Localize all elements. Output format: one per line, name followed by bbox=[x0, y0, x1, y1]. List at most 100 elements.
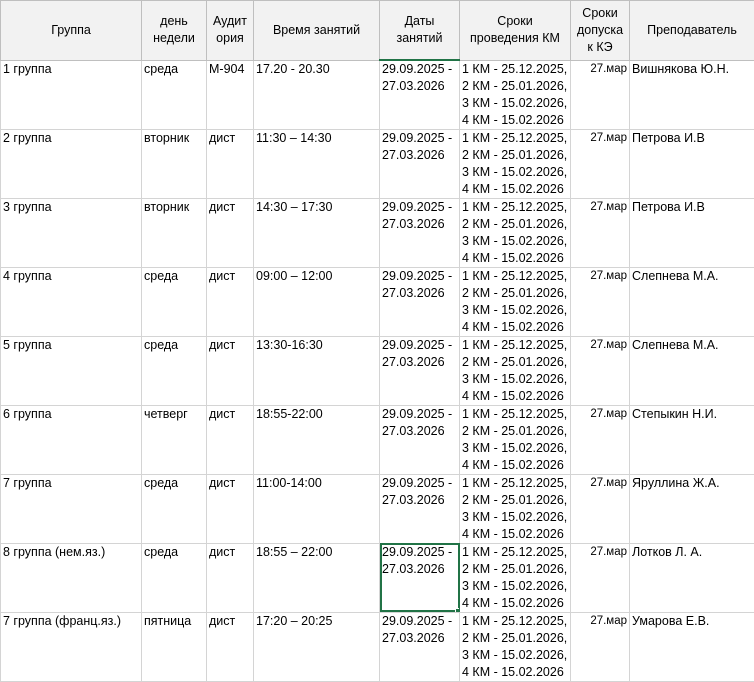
cell-dates[interactable]: 29.09.2025 -27.03.2026 bbox=[380, 474, 460, 543]
cell-km-line: 1 КМ - 25.12.2025, bbox=[462, 337, 568, 354]
cell-admit[interactable]: 27.мар bbox=[571, 198, 630, 267]
cell-dates[interactable]: 29.09.2025 -27.03.2026 bbox=[380, 198, 460, 267]
cell-admit[interactable]: 27.мар bbox=[571, 60, 630, 129]
cell-time[interactable]: 11:00-14:00 bbox=[254, 474, 380, 543]
cell-km-line: 2 КМ - 25.01.2026, bbox=[462, 423, 568, 440]
cell-dates-line: 29.09.2025 - bbox=[382, 130, 457, 147]
cell-dates-line: 27.03.2026 bbox=[382, 285, 457, 302]
cell-day[interactable]: вторник bbox=[142, 198, 207, 267]
cell-room[interactable]: дист bbox=[207, 336, 254, 405]
cell-day[interactable]: вторник bbox=[142, 129, 207, 198]
cell-admit[interactable]: 27.мар bbox=[571, 267, 630, 336]
cell-km[interactable]: 1 КМ - 25.12.2025,2 КМ - 25.01.2026,3 КМ… bbox=[460, 267, 571, 336]
cell-km-line: 1 КМ - 25.12.2025, bbox=[462, 613, 568, 630]
table-row: 2 группавторникдист11:30 – 14:3029.09.20… bbox=[1, 129, 754, 198]
cell-km-line: 4 КМ - 15.02.2026 bbox=[462, 526, 568, 543]
cell-dates[interactable]: 29.09.2025 -27.03.2026 bbox=[380, 60, 460, 129]
cell-group[interactable]: 6 группа bbox=[1, 405, 142, 474]
cell-day[interactable]: среда bbox=[142, 267, 207, 336]
cell-teacher[interactable]: Петрова И.В bbox=[630, 129, 754, 198]
cell-day[interactable]: среда bbox=[142, 336, 207, 405]
cell-dates-line: 29.09.2025 - bbox=[382, 61, 457, 78]
cell-dates-line: 27.03.2026 bbox=[382, 78, 457, 95]
header-admit[interactable]: Сроки допуска к КЭ bbox=[571, 1, 630, 61]
cell-admit[interactable]: 27.мар bbox=[571, 474, 630, 543]
cell-km[interactable]: 1 КМ - 25.12.2025,2 КМ - 25.01.2026,3 КМ… bbox=[460, 405, 571, 474]
cell-room[interactable]: дист bbox=[207, 405, 254, 474]
cell-dates[interactable]: 29.09.2025 -27.03.2026 bbox=[380, 543, 460, 612]
cell-dates-line: 27.03.2026 bbox=[382, 423, 457, 440]
cell-dates[interactable]: 29.09.2025 -27.03.2026 bbox=[380, 267, 460, 336]
cell-km[interactable]: 1 КМ - 25.12.2025,2 КМ - 25.01.2026,3 КМ… bbox=[460, 129, 571, 198]
cell-room[interactable]: М-904 bbox=[207, 60, 254, 129]
cell-day[interactable]: четверг bbox=[142, 405, 207, 474]
cell-time[interactable]: 11:30 – 14:30 bbox=[254, 129, 380, 198]
header-room[interactable]: Аудит ория bbox=[207, 1, 254, 61]
table-row: 6 группачетвергдист18:55-22:0029.09.2025… bbox=[1, 405, 754, 474]
cell-time[interactable]: 18:55-22:00 bbox=[254, 405, 380, 474]
cell-time[interactable]: 13:30-16:30 bbox=[254, 336, 380, 405]
cell-group[interactable]: 1 группа bbox=[1, 60, 142, 129]
cell-dates[interactable]: 29.09.2025 -27.03.2026 bbox=[380, 336, 460, 405]
cell-admit[interactable]: 27.мар bbox=[571, 543, 630, 612]
header-group[interactable]: Группа bbox=[1, 1, 142, 61]
cell-km-line: 4 КМ - 15.02.2026 bbox=[462, 112, 568, 129]
header-teacher[interactable]: Преподаватель bbox=[630, 1, 754, 61]
cell-teacher[interactable]: Петрова И.В bbox=[630, 198, 754, 267]
cell-km-line: 1 КМ - 25.12.2025, bbox=[462, 544, 568, 561]
cell-admit[interactable]: 27.мар bbox=[571, 405, 630, 474]
table-row: 3 группавторникдист14:30 – 17:3029.09.20… bbox=[1, 198, 754, 267]
cell-dates[interactable]: 29.09.2025 -27.03.2026 bbox=[380, 129, 460, 198]
cell-group[interactable]: 7 группа bbox=[1, 474, 142, 543]
cell-teacher[interactable]: Степыкин Н.И. bbox=[630, 405, 754, 474]
cell-day[interactable]: среда bbox=[142, 543, 207, 612]
cell-km-line: 2 КМ - 25.01.2026, bbox=[462, 78, 568, 95]
cell-time[interactable]: 17.20 - 20.30 bbox=[254, 60, 380, 129]
cell-teacher[interactable]: Вишнякова Ю.Н. bbox=[630, 60, 754, 129]
cell-km-line: 3 КМ - 15.02.2026, bbox=[462, 302, 568, 319]
cell-dates-line: 29.09.2025 - bbox=[382, 199, 457, 216]
header-dates[interactable]: Даты занятий bbox=[380, 1, 460, 61]
cell-km[interactable]: 1 КМ - 25.12.2025,2 КМ - 25.01.2026,3 КМ… bbox=[460, 543, 571, 612]
cell-room[interactable]: дист bbox=[207, 543, 254, 612]
cell-room[interactable]: дист bbox=[207, 474, 254, 543]
cell-km-line: 4 КМ - 15.02.2026 bbox=[462, 250, 568, 267]
cell-day[interactable]: среда bbox=[142, 474, 207, 543]
cell-group[interactable]: 4 группа bbox=[1, 267, 142, 336]
cell-group[interactable]: 3 группа bbox=[1, 198, 142, 267]
cell-km-line: 3 КМ - 15.02.2026, bbox=[462, 578, 568, 595]
cell-km-line: 4 КМ - 15.02.2026 bbox=[462, 319, 568, 336]
cell-dates-line: 27.03.2026 bbox=[382, 147, 457, 164]
cell-km[interactable]: 1 КМ - 25.12.2025,2 КМ - 25.01.2026,3 КМ… bbox=[460, 60, 571, 129]
cell-time[interactable]: 18:55 – 22:00 bbox=[254, 543, 380, 612]
cell-teacher[interactable]: Слепнева М.А. bbox=[630, 267, 754, 336]
cell-km-line: 4 КМ - 15.02.2026 bbox=[462, 457, 568, 474]
cell-teacher[interactable]: Яруллина Ж.А. bbox=[630, 474, 754, 543]
cell-dates-line: 27.03.2026 bbox=[382, 630, 457, 647]
cell-km-line: 4 КМ - 15.02.2026 bbox=[462, 664, 568, 681]
cell-day[interactable]: среда bbox=[142, 60, 207, 129]
cell-km[interactable]: 1 КМ - 25.12.2025,2 КМ - 25.01.2026,3 КМ… bbox=[460, 336, 571, 405]
cell-teacher[interactable]: Лотков Л. А. bbox=[630, 543, 754, 612]
cell-km[interactable]: 1 КМ - 25.12.2025,2 КМ - 25.01.2026,3 КМ… bbox=[460, 474, 571, 543]
cell-group[interactable]: 5 группа bbox=[1, 336, 142, 405]
cell-group[interactable]: 2 группа bbox=[1, 129, 142, 198]
header-km[interactable]: Сроки проведения КМ bbox=[460, 1, 571, 61]
cell-dates-line: 29.09.2025 - bbox=[382, 268, 457, 285]
cell-room[interactable]: дист bbox=[207, 267, 254, 336]
header-time[interactable]: Время занятий bbox=[254, 1, 380, 61]
cell-km[interactable]: 1 КМ - 25.12.2025,2 КМ - 25.01.2026,3 КМ… bbox=[460, 198, 571, 267]
cell-teacher[interactable]: Слепнева М.А. bbox=[630, 336, 754, 405]
cell-time[interactable]: 14:30 – 17:30 bbox=[254, 198, 380, 267]
cell-time[interactable]: 09:00 – 12:00 bbox=[254, 267, 380, 336]
header-day[interactable]: день недели bbox=[142, 1, 207, 61]
cell-admit[interactable]: 27.мар bbox=[571, 336, 630, 405]
cell-room[interactable]: дист bbox=[207, 198, 254, 267]
cell-dates-line: 29.09.2025 - bbox=[382, 613, 457, 630]
cell-dates[interactable]: 29.09.2025 -27.03.2026 bbox=[380, 405, 460, 474]
cell-admit[interactable]: 27.мар bbox=[571, 129, 630, 198]
cell-room[interactable]: дист bbox=[207, 129, 254, 198]
cell-km-line: 1 КМ - 25.12.2025, bbox=[462, 61, 568, 78]
cell-km-line: 4 КМ - 15.02.2026 bbox=[462, 388, 568, 405]
cell-group[interactable]: 8 группа (нем.яз.) bbox=[1, 543, 142, 612]
